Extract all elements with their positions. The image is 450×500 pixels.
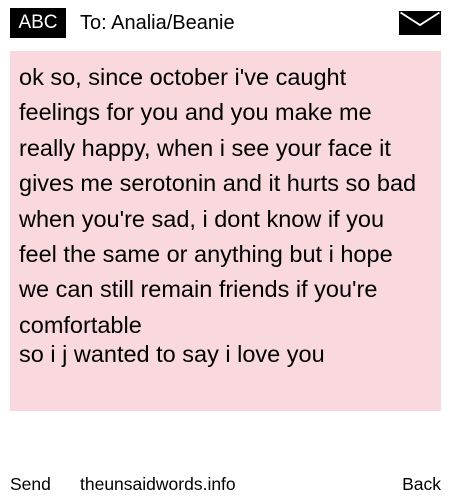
website-label: theunsaidwords.info: [80, 474, 236, 494]
message-compose-area[interactable]: ok so, since october i've caught feeling…: [10, 51, 441, 411]
send-softkey[interactable]: Send: [10, 473, 51, 495]
input-mode-badge[interactable]: ABC: [10, 8, 66, 38]
message-body: ok so, since october i've caught feeling…: [19, 64, 423, 338]
back-softkey[interactable]: Back: [402, 473, 441, 495]
message-last-line: so i j wanted to say i love you: [19, 341, 325, 368]
envelope-icon: [399, 11, 441, 35]
recipient-field[interactable]: To: Analia/Beanie: [80, 10, 235, 36]
